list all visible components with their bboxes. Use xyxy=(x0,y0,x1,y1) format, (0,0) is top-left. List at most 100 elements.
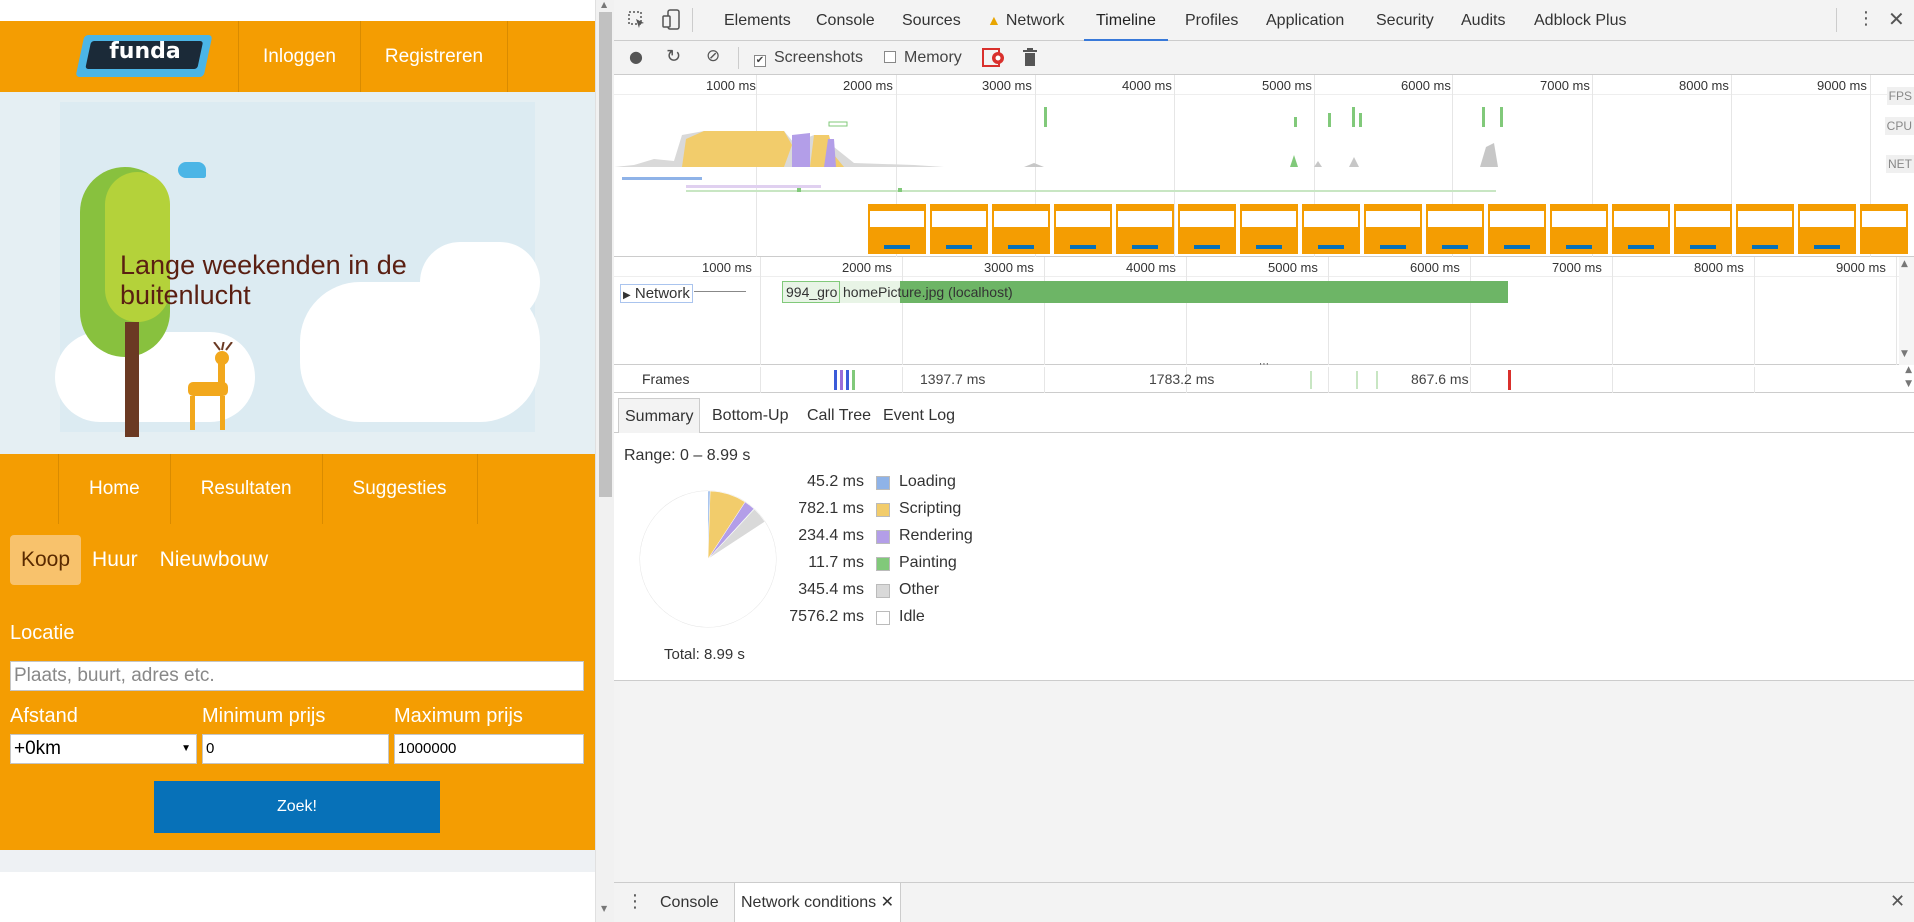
ruler-tick: 3000 ms xyxy=(984,260,1034,275)
frames-track[interactable]: Frames 1397.7 ms 1783.2 ms 867.6 ms ▲ ▼ xyxy=(614,365,1914,393)
legend-value: 782.1 ms xyxy=(798,500,864,517)
legend-swatch xyxy=(876,503,890,517)
tab-application[interactable]: Application xyxy=(1266,0,1344,41)
ruler-tick: 6000 ms xyxy=(1410,260,1460,275)
tab-profiles[interactable]: Profiles xyxy=(1185,0,1238,41)
tab-network[interactable]: ▲ Network xyxy=(987,0,1065,41)
nav-suggestions[interactable]: Suggesties xyxy=(323,454,478,524)
drawer-tab-console[interactable]: Console xyxy=(654,883,725,922)
screenshot-strip[interactable] xyxy=(614,201,1914,256)
network-request-label: homePicture.jpg (localhost) xyxy=(843,284,1013,300)
tab-call-tree[interactable]: Call Tree xyxy=(801,398,877,433)
frame-duration: 867.6 ms xyxy=(1411,371,1469,387)
tab-elements[interactable]: Elements xyxy=(724,0,791,41)
ruler-tick: 1000 ms xyxy=(706,78,756,93)
frame-marker xyxy=(846,370,849,390)
timeline-overview[interactable]: 1000 ms 2000 ms 3000 ms 4000 ms 5000 ms … xyxy=(614,75,1914,257)
tab-nieuwbouw[interactable]: Nieuwbouw xyxy=(149,535,280,585)
scrollbar-thumb[interactable] xyxy=(599,12,612,497)
register-link[interactable]: Registreren xyxy=(361,21,509,92)
ruler-tick: 3000 ms xyxy=(982,78,1032,93)
hero-title: Lange weekenden in de buitenlucht xyxy=(120,250,407,310)
frame-marker xyxy=(840,370,843,390)
nav-results[interactable]: Resultaten xyxy=(171,454,323,524)
total-text: Total: 8.99 s xyxy=(664,646,745,663)
legend-label: Loading xyxy=(899,473,956,490)
scroll-down-icon[interactable]: ▼ xyxy=(601,904,607,913)
reload-icon[interactable]: ↻ xyxy=(666,46,681,67)
search-panel: Home Resultaten Suggesties Koop Huur Nie… xyxy=(0,454,595,850)
chevron-down-icon: ▼ xyxy=(181,743,191,754)
ruler-tick: 5000 ms xyxy=(1262,78,1312,93)
tab-huur[interactable]: Huur xyxy=(81,535,149,585)
device-mode-icon[interactable] xyxy=(662,9,682,31)
page-scrollbar[interactable]: ▲ ▼ xyxy=(595,0,614,922)
tab-koop[interactable]: Koop xyxy=(10,535,82,585)
frames-label: Frames xyxy=(642,371,690,387)
location-label: Locatie xyxy=(10,622,75,644)
ruler-tick: 8000 ms xyxy=(1679,78,1729,93)
more-options-icon[interactable]: ⋮ xyxy=(1857,8,1875,29)
legend-label: Scripting xyxy=(899,500,962,517)
network-request-bar[interactable]: 994_gro xyxy=(782,281,840,303)
record-icon[interactable]: ● xyxy=(629,47,643,66)
tab-adblock-plus[interactable]: Adblock Plus xyxy=(1534,0,1627,41)
search-button[interactable]: Zoek! xyxy=(154,781,440,833)
logo-text: funda xyxy=(109,39,181,64)
ruler-tick: 6000 ms xyxy=(1401,78,1451,93)
legend-label: Painting xyxy=(899,554,957,571)
distance-value: +0km xyxy=(14,738,61,759)
tab-event-log[interactable]: Event Log xyxy=(877,398,961,433)
scroll-up-icon[interactable]: ▲ xyxy=(1901,259,1908,269)
ruler-tick: 8000 ms xyxy=(1694,260,1744,275)
inspect-element-icon[interactable] xyxy=(627,10,647,30)
min-price-input[interactable]: 0 xyxy=(202,734,389,764)
nav-home[interactable]: Home xyxy=(58,454,171,524)
clear-icon[interactable]: ⊘ xyxy=(706,46,720,66)
max-price-label: Maximum prijs xyxy=(394,705,523,727)
close-drawer-icon[interactable]: ✕ xyxy=(1890,891,1905,912)
flame-scrollbar[interactable]: ▲ ▼ xyxy=(1899,257,1914,365)
ruler-tick: 7000 ms xyxy=(1540,78,1590,93)
deer-illustration xyxy=(188,342,233,430)
ruler-tick: 9000 ms xyxy=(1836,260,1886,275)
login-link[interactable]: Inloggen xyxy=(238,21,361,92)
scroll-up-icon[interactable]: ▲ xyxy=(601,0,607,9)
legend-label: Other xyxy=(899,581,940,598)
scroll-up-icon[interactable]: ▲ xyxy=(1905,365,1912,375)
scroll-down-icon[interactable]: ▼ xyxy=(1905,379,1912,389)
screenshots-toggle[interactable]: ✔ Screenshots xyxy=(754,49,863,67)
cpu-label: CPU xyxy=(1884,117,1914,135)
triangle-right-icon: ▶ xyxy=(623,290,631,301)
distance-select[interactable]: +0km ▼ xyxy=(10,734,197,764)
tab-summary[interactable]: Summary xyxy=(618,398,701,433)
ruler-tick: 4000 ms xyxy=(1126,260,1176,275)
max-price-input[interactable]: 1000000 xyxy=(394,734,584,764)
tab-sources[interactable]: Sources xyxy=(902,0,961,41)
site-header: funda Inloggen Registreren xyxy=(0,21,595,92)
frame-marker xyxy=(1508,370,1511,390)
bird-illustration xyxy=(178,162,206,178)
scroll-down-icon[interactable]: ▼ xyxy=(1901,349,1908,359)
close-tab-icon[interactable]: ✕ xyxy=(881,894,894,911)
location-input[interactable]: Plaats, buurt, adres etc. xyxy=(10,661,584,691)
webpage: funda Inloggen Registreren Lange weekend… xyxy=(0,0,595,922)
network-track-toggle[interactable]: ▶ Network xyxy=(620,284,693,303)
tab-bottom-up[interactable]: Bottom-Up xyxy=(706,398,794,433)
capture-settings-icon[interactable] xyxy=(982,47,1006,69)
drawer-tab-network-conditions[interactable]: Network conditions ✕ xyxy=(734,883,902,922)
trash-icon[interactable] xyxy=(1022,47,1038,67)
tab-timeline[interactable]: Timeline xyxy=(1084,0,1168,41)
funda-logo[interactable]: funda xyxy=(75,35,213,77)
close-icon[interactable]: ✕ xyxy=(1888,7,1905,31)
tab-console[interactable]: Console xyxy=(816,0,875,41)
tab-security[interactable]: Security xyxy=(1376,0,1434,41)
legend-swatch xyxy=(876,530,890,544)
warning-icon: ▲ xyxy=(987,12,1001,28)
flame-chart[interactable]: 1000 ms 2000 ms 3000 ms 4000 ms 5000 ms … xyxy=(614,257,1914,365)
more-options-icon[interactable]: ⋮ xyxy=(626,891,644,912)
memory-toggle[interactable]: Memory xyxy=(884,49,962,67)
tab-audits[interactable]: Audits xyxy=(1461,0,1505,41)
legend-swatch xyxy=(876,476,890,490)
fps-label: FPS xyxy=(1886,87,1914,105)
